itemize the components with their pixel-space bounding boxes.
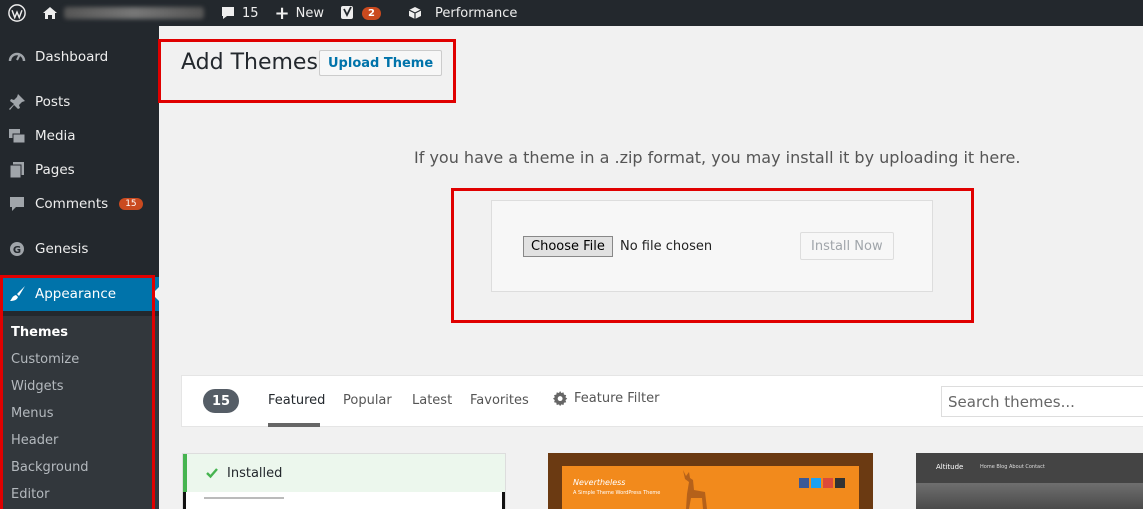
tab-latest[interactable]: Latest xyxy=(412,393,452,408)
seo-badge: 2 xyxy=(362,6,381,20)
preview-logo: Altitude xyxy=(936,463,964,471)
feature-filter-button[interactable]: Feature Filter xyxy=(553,391,659,406)
current-menu-arrow xyxy=(152,287,159,301)
upload-theme-button[interactable]: Upload Theme xyxy=(319,50,443,76)
performance-icon xyxy=(408,7,422,19)
checkmark-icon xyxy=(206,468,218,479)
home-icon xyxy=(43,7,57,19)
feature-filter-label: Feature Filter xyxy=(574,391,660,406)
menu-label: Genesis xyxy=(35,241,89,257)
facebook-icon xyxy=(799,478,809,488)
tab-favorites[interactable]: Favorites xyxy=(470,393,529,408)
theme-card-nevertheless[interactable]: Nevertheless A Simple Theme WordPress Th… xyxy=(548,453,873,509)
file-status-text: No file chosen xyxy=(620,239,713,254)
site-name-link[interactable] xyxy=(34,0,212,26)
menu-label: Dashboard xyxy=(35,49,109,65)
theme-card-installed[interactable]: Installed xyxy=(182,453,506,509)
menu-item-appearance[interactable]: Appearance xyxy=(0,277,159,311)
comments-count: 15 xyxy=(242,5,259,21)
install-now-button[interactable]: Install Now xyxy=(800,232,894,260)
yoast-icon xyxy=(341,6,353,19)
dashboard-icon xyxy=(8,48,26,66)
theme-screenshot xyxy=(916,483,1143,509)
menu-label: Appearance xyxy=(35,286,117,302)
menu-label: Posts xyxy=(35,94,71,110)
menu-label: Comments xyxy=(35,196,109,212)
preview-links: Home Blog About Contact xyxy=(980,464,1045,470)
menu-item-pages[interactable]: Pages xyxy=(0,153,159,187)
current-tab-underline xyxy=(268,423,320,427)
social-icons xyxy=(799,478,845,488)
new-label: New xyxy=(295,5,324,21)
menu-item-media[interactable]: Media xyxy=(0,119,159,153)
googleplus-icon xyxy=(823,478,833,488)
comments-link[interactable]: 15 xyxy=(212,0,267,26)
appearance-submenu: Themes Customize Widgets Menus Header Ba… xyxy=(0,316,159,509)
comment-icon xyxy=(222,7,234,19)
admin-sidebar: Dashboard Posts Media Pages Comments 15 … xyxy=(0,26,159,509)
performance-menu[interactable]: Performance xyxy=(399,0,525,26)
theme-card-altitude[interactable]: Altitude Home Blog About Contact xyxy=(916,453,1143,509)
svg-text:G: G xyxy=(13,245,21,256)
genesis-icon: G xyxy=(8,240,26,258)
menu-item-dashboard[interactable]: Dashboard xyxy=(0,40,159,74)
gear-icon xyxy=(553,391,568,406)
submenu-item-menus[interactable]: Menus xyxy=(11,406,53,421)
site-name-blurred xyxy=(64,7,204,19)
submenu-item-widgets[interactable]: Widgets xyxy=(11,379,64,394)
installed-label: Installed xyxy=(227,465,283,481)
comments-badge: 15 xyxy=(119,198,143,210)
theme-screenshot xyxy=(183,492,505,509)
menu-item-posts[interactable]: Posts xyxy=(0,85,159,119)
performance-label: Performance xyxy=(434,5,518,21)
deer-illustration-icon xyxy=(683,470,707,509)
upload-help-text: If you have a theme in a .zip format, yo… xyxy=(414,148,1021,167)
preview-title: Nevertheless xyxy=(573,478,626,487)
submenu-item-header[interactable]: Header xyxy=(11,433,58,448)
wordpress-logo-icon[interactable] xyxy=(0,0,34,26)
tab-featured[interactable]: Featured xyxy=(268,393,325,408)
upload-theme-form: Choose File No file chosen Install Now xyxy=(491,200,933,292)
submenu-item-themes[interactable]: Themes xyxy=(11,325,68,340)
admin-bar: 15 + New 2 Performance xyxy=(0,0,1143,26)
screenshot-text-line xyxy=(204,497,284,499)
page-title: Add Themes xyxy=(181,50,318,75)
submenu-item-background[interactable]: Background xyxy=(11,460,89,475)
twitter-icon xyxy=(811,478,821,488)
menu-label: Pages xyxy=(35,162,75,178)
preview-subtitle: A Simple Theme WordPress Theme xyxy=(573,490,661,496)
tab-popular[interactable]: Popular xyxy=(343,393,392,408)
installed-notice: Installed xyxy=(183,454,505,492)
menu-item-comments[interactable]: Comments 15 xyxy=(0,187,159,221)
pages-icon xyxy=(8,161,26,179)
menu-item-genesis[interactable]: G Genesis xyxy=(0,232,159,266)
github-icon xyxy=(835,478,845,488)
paintbrush-icon xyxy=(8,285,26,303)
theme-filter-bar: 15 Featured Popular Latest Favorites Fea… xyxy=(181,375,1143,427)
plus-icon: + xyxy=(274,2,290,24)
comment-icon xyxy=(8,195,26,213)
submenu-item-customize[interactable]: Customize xyxy=(11,352,79,367)
theme-screenshot: Nevertheless A Simple Theme WordPress Th… xyxy=(562,466,859,509)
search-themes-input[interactable] xyxy=(941,386,1143,417)
submenu-item-editor[interactable]: Editor xyxy=(11,487,49,502)
choose-file-button[interactable]: Choose File xyxy=(523,236,613,257)
new-content-link[interactable]: + New xyxy=(267,0,332,26)
pin-icon xyxy=(8,93,26,111)
media-icon xyxy=(8,127,26,145)
seo-menu[interactable]: 2 xyxy=(332,0,389,26)
theme-preview-nav: Altitude Home Blog About Contact xyxy=(916,453,1143,483)
theme-count: 15 xyxy=(203,389,239,413)
menu-label: Media xyxy=(35,128,76,144)
